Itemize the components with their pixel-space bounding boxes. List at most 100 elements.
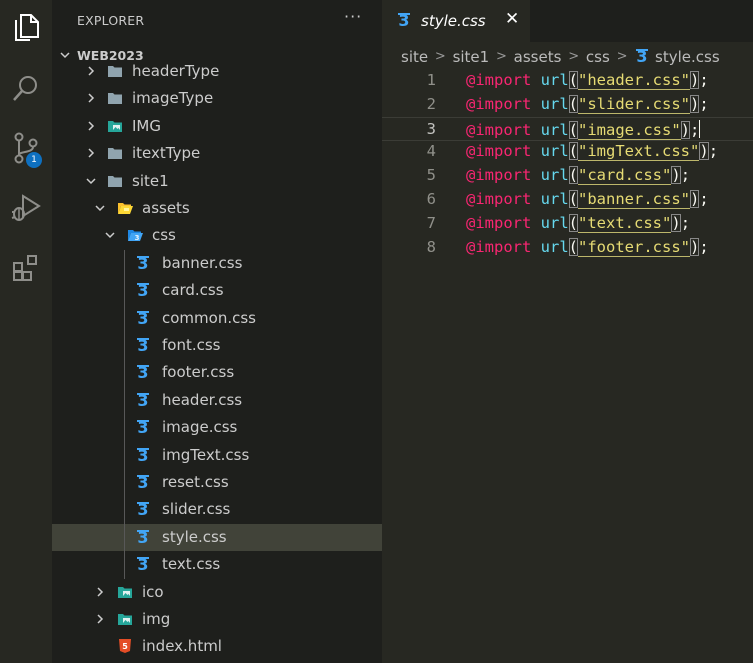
import-keyword: @import [466,166,532,185]
import-keyword: @import [466,237,532,256]
tree-item-label: itextType [132,144,201,163]
tree-file[interactable]: 3 common.css [52,305,382,332]
tree-folder[interactable]: site1 [52,168,382,195]
tree-folder[interactable]: IMG [52,113,382,140]
tree-folder[interactable]: ico [52,579,382,606]
chevron-right-icon [97,614,104,624]
css-file-icon: 3 [135,336,151,355]
close-paren: ) [671,166,681,185]
tab-style-css[interactable]: 3 style.css ✕ [382,0,530,42]
svg-text:3: 3 [135,234,140,242]
explorer-activity-button[interactable] [0,4,52,52]
run-debug-activity-button[interactable] [0,184,52,232]
chevron-right-icon [88,93,95,103]
tree-file[interactable]: 3 card.css [52,277,382,304]
tree-file[interactable]: 3 style.css [52,523,382,551]
url-function: url [540,213,569,232]
image-folder-icon [117,584,133,600]
source-control-activity-button[interactable]: 1 [0,124,52,172]
tree-item-label: imgText.css [162,445,250,464]
tree-item-label: css [152,226,176,245]
code-content: @import url("card.css"); [466,166,690,186]
tree-item-label: slider.css [162,500,231,519]
breadcrumb-site[interactable]: site [401,48,428,66]
semicolon: ; [699,94,709,113]
tree-file[interactable]: 3 footer.css [52,359,382,386]
css-file-icon: 3 [135,391,151,410]
tree-file[interactable]: 3 header.css [52,387,382,414]
editor-area: 3 style.css ✕ site > site1 > assets > cs… [382,0,753,663]
tree-item-label: card.css [162,281,224,300]
semicolon: ; [708,142,719,161]
tree-item-label: imageType [132,89,214,108]
line-number: 1 [426,71,436,89]
css-file-icon: 3 [135,473,151,492]
tree-item-label: reset.css [162,473,229,491]
import-keyword: @import [466,71,532,89]
tree-item-label: text.css [162,555,221,574]
css-file-icon: 3 [135,254,151,273]
line-number: 7 [426,213,436,232]
css-file-icon: 3 [135,363,151,382]
breadcrumb-site1[interactable]: site1 [453,48,490,66]
tree-file[interactable]: 3 text.css [52,551,382,578]
css-folder-icon: 3 [127,227,143,243]
tree-item-label: site1 [132,171,169,190]
tree-item-label: IMG [132,116,161,135]
extensions-icon [11,253,41,283]
tree-folder[interactable]: assets [52,195,382,222]
source-control-badge: 1 [26,152,42,168]
tree-file[interactable]: 5 index.html [52,633,382,660]
tree-file[interactable]: 3 banner.css [52,250,382,277]
breadcrumb-file[interactable]: style.css [655,48,720,66]
import-path: "imgText.css" [578,142,700,162]
close-icon[interactable]: ✕ [505,9,519,29]
tree-item-label: img [142,610,171,628]
tree-file[interactable]: 3 slider.css [52,496,382,523]
chevron-right-icon [88,121,95,131]
breadcrumb-css[interactable]: css [586,48,610,66]
tree-item-label: assets [142,199,190,217]
breadcrumb-assets[interactable]: assets [514,48,562,66]
chevron-down-icon [105,232,115,239]
workspace-root[interactable]: WEB2023 [52,44,382,68]
import-path: "header.css" [578,71,690,90]
chevron-right-icon: > [495,49,507,64]
search-activity-button[interactable] [0,64,52,112]
code-line: 7 @import url("text.css"); [382,212,753,236]
code-line: 1 @import url("header.css"); [382,69,753,93]
svg-text:5: 5 [122,642,128,651]
close-paren: ) [690,94,700,113]
more-actions-button[interactable]: ··· [344,7,362,26]
extensions-activity-button[interactable] [0,244,52,292]
chevron-down-icon [86,178,96,184]
line-number: 3 [426,119,436,138]
tree-folder[interactable]: img [52,606,382,633]
import-path: "text.css" [578,213,672,233]
chevron-right-icon [88,148,95,158]
css-file-icon: 3 [135,528,151,547]
chevron-right-icon: > [616,49,628,64]
code-line: 3 @import url("image.css"); [382,116,753,141]
tree-file[interactable]: 3 image.css [52,414,382,441]
assets-folder-icon [117,200,133,216]
tree-file[interactable]: 3 font.css [52,332,382,359]
tree-file[interactable]: 3 imgText.css [52,442,382,469]
tree-item-label: ico [142,582,164,601]
chevron-down-icon [60,52,70,59]
chevron-down-icon [95,205,105,212]
tree-item-label: style.css [162,527,227,546]
tree-folder[interactable]: itextType [52,140,382,167]
tree-item-label: image.css [162,418,238,437]
activity-bar: 1 [0,0,52,663]
import-path: "card.css" [578,166,672,186]
tree-folder[interactable]: 3 css [52,222,382,249]
import-keyword: @import [466,94,532,113]
tree-file[interactable]: 3 reset.css [52,469,382,496]
url-function: url [540,237,569,256]
code-content: @import url("imgText.css"); [466,142,719,162]
tree-folder[interactable]: imageType [52,85,382,112]
open-paren: ( [568,166,579,185]
